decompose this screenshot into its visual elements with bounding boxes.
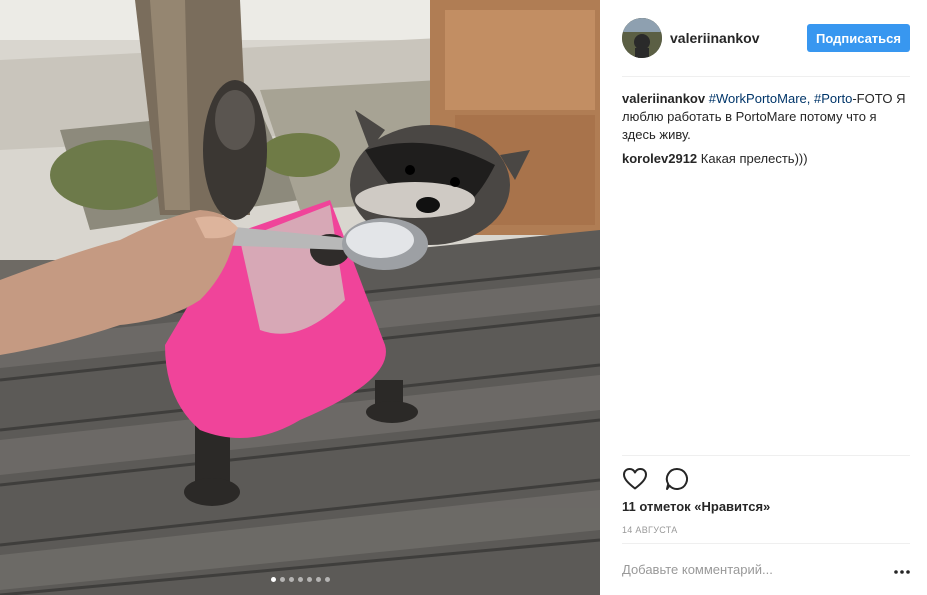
carousel-dot[interactable]: [297, 577, 303, 582]
raccoon-photo: [0, 0, 600, 595]
comment-input[interactable]: [622, 562, 890, 577]
comment-author[interactable]: korolev2912: [622, 151, 697, 166]
action-bar: [622, 455, 910, 492]
post-header: valeriinankov Подписаться: [622, 0, 910, 77]
comment-text: Какая прелесть))): [700, 151, 808, 166]
speech-bubble-icon[interactable]: [664, 466, 690, 492]
caption-author[interactable]: valeriinankov: [622, 91, 705, 106]
likes-count[interactable]: 11 отметок «Нравится»: [622, 499, 770, 514]
comment-item: korolev2912 Какая прелесть))): [622, 150, 912, 168]
carousel-dot[interactable]: [324, 577, 330, 582]
add-comment-bar: [622, 543, 910, 595]
carousel-dot[interactable]: [270, 577, 276, 582]
hashtag-link[interactable]: #Porto: [814, 91, 852, 106]
post-side-panel: valeriinankov Подписаться valeriinankov …: [600, 0, 927, 595]
carousel-dot[interactable]: [279, 577, 285, 582]
carousel-dot[interactable]: [288, 577, 294, 582]
follow-button[interactable]: Подписаться: [806, 24, 910, 52]
avatar[interactable]: [622, 18, 662, 58]
heart-icon[interactable]: [622, 466, 648, 492]
hashtag-link[interactable]: #WorkPortoMare,: [709, 91, 811, 106]
carousel-dot[interactable]: [315, 577, 321, 582]
more-options-icon[interactable]: [890, 561, 910, 579]
carousel-dot[interactable]: [306, 577, 312, 582]
post-photo[interactable]: [0, 0, 600, 595]
post-date[interactable]: 14 августа: [622, 525, 678, 535]
header-username[interactable]: valeriinankov: [670, 30, 807, 46]
carousel-indicator: [0, 577, 600, 582]
caption: valeriinankov #WorkPortoMare, #Porto-FOT…: [622, 90, 912, 144]
comments-list: valeriinankov #WorkPortoMare, #Porto-FOT…: [622, 90, 912, 174]
